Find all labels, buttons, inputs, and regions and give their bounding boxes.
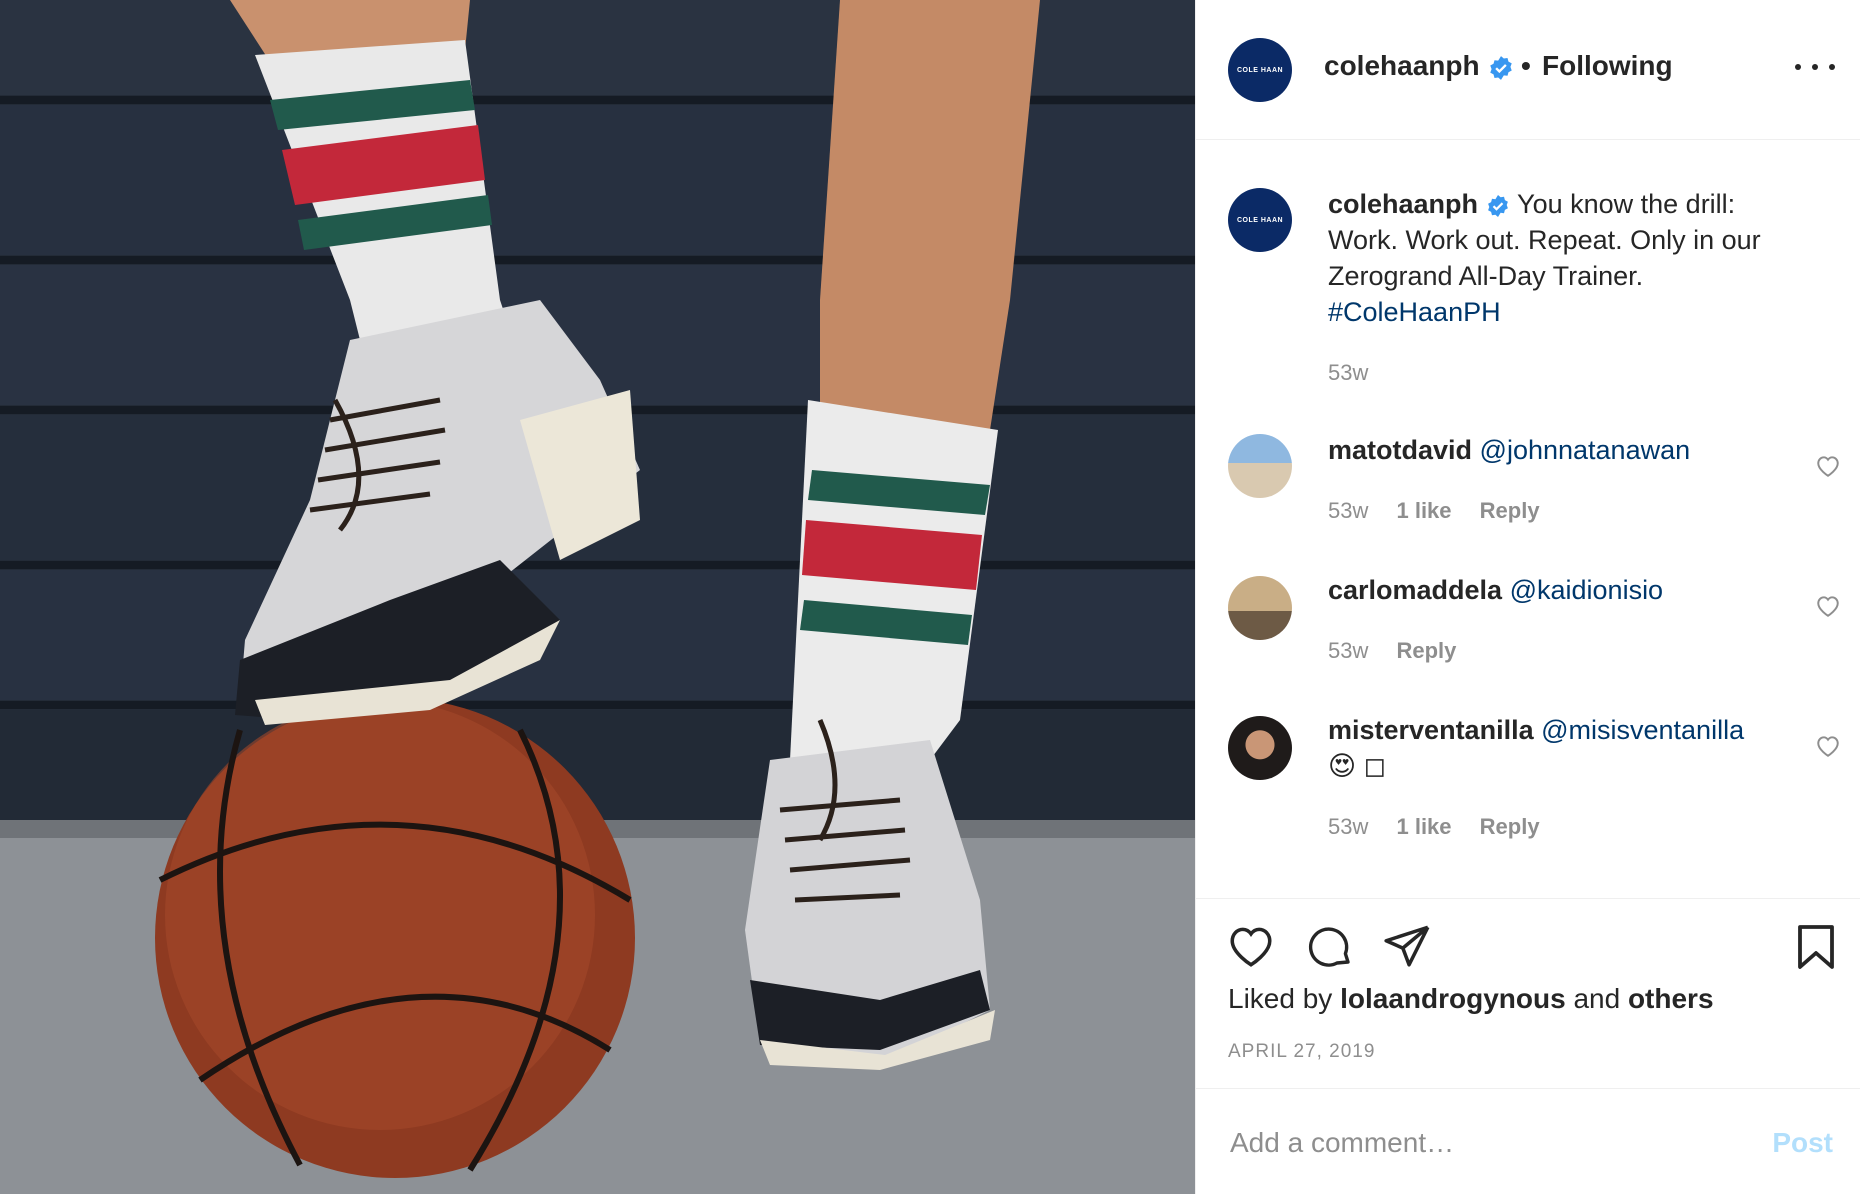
post-side-panel: COLE HAAN colehaanph • Following COLE HA… <box>1195 0 1860 1194</box>
caption-username[interactable]: colehaanph <box>1328 189 1478 219</box>
post-actions: Liked by lolaandrogynous and others APRI… <box>1196 898 1860 1088</box>
caption-hashtag[interactable]: #ColeHaanPH <box>1328 297 1501 327</box>
post-date[interactable]: APRIL 27, 2019 <box>1228 1041 1375 1063</box>
comment-meta: 53w 1 like Reply <box>1328 498 1562 524</box>
author-username-text: colehaanph <box>1324 50 1480 81</box>
add-comment-bar: Post <box>1196 1088 1860 1194</box>
commenter-avatar[interactable] <box>1228 716 1292 780</box>
instagram-post: COLE HAAN colehaanph • Following COLE HA… <box>0 0 1860 1194</box>
post-photo[interactable] <box>0 0 1195 1194</box>
comment-timestamp[interactable]: 53w <box>1328 498 1368 523</box>
liked-by: Liked by lolaandrogynous and others <box>1228 983 1714 1015</box>
comment-likes[interactable]: 1 like <box>1396 814 1451 839</box>
comment-timestamp[interactable]: 53w <box>1328 814 1368 839</box>
comment-reply-button[interactable]: Reply <box>1480 814 1540 839</box>
verified-badge-icon <box>1488 194 1508 217</box>
comment-mention[interactable]: @misisventanilla <box>1541 715 1744 745</box>
comment-meta: 53w 1 like Reply <box>1328 814 1562 840</box>
heart-icon[interactable] <box>1815 454 1841 478</box>
comment-input[interactable] <box>1228 1119 1732 1167</box>
caption-timestamp[interactable]: 53w <box>1328 360 1368 386</box>
bookmark-icon[interactable] <box>1795 923 1837 971</box>
header-separator: • <box>1521 50 1531 81</box>
heart-icon[interactable] <box>1815 594 1841 618</box>
following-button[interactable]: Following <box>1542 50 1673 82</box>
comment-mention[interactable]: @johnnatanawan <box>1480 435 1691 465</box>
verified-badge-icon <box>1489 55 1512 80</box>
post-comment-button[interactable]: Post <box>1772 1127 1833 1159</box>
author-avatar[interactable]: COLE HAAN <box>1228 38 1292 102</box>
comment-reply-button[interactable]: Reply <box>1480 498 1540 523</box>
comment-username[interactable]: misterventanilla <box>1328 715 1534 745</box>
avatar-brand-text: COLE HAAN <box>1236 66 1284 74</box>
caption-avatar[interactable]: COLE HAAN <box>1228 188 1292 252</box>
liked-by-others[interactable]: others <box>1628 983 1714 1014</box>
comment-username[interactable]: matotdavid <box>1328 435 1472 465</box>
liked-by-mid: and <box>1573 983 1621 1014</box>
comment-username[interactable]: carlomaddela <box>1328 575 1502 605</box>
commenter-avatar[interactable] <box>1228 434 1292 498</box>
post-header: COLE HAAN colehaanph • Following <box>1196 0 1860 140</box>
more-options-icon[interactable] <box>1795 52 1835 82</box>
comment-meta: 53w Reply <box>1328 638 1478 664</box>
heart-icon[interactable] <box>1226 923 1276 969</box>
comment-likes[interactable]: 1 like <box>1396 498 1451 523</box>
commenter-avatar[interactable] <box>1228 576 1292 640</box>
comment-timestamp[interactable]: 53w <box>1328 638 1368 663</box>
comment-extra: 😍 ◻ <box>1328 751 1387 781</box>
comment-text: carlomaddela @kaidionisio <box>1328 572 1788 608</box>
heart-icon[interactable] <box>1815 734 1841 758</box>
liked-by-user[interactable]: lolaandrogynous <box>1340 983 1566 1014</box>
comment-bubble-icon[interactable] <box>1306 923 1356 971</box>
comment-reply-button[interactable]: Reply <box>1396 638 1456 663</box>
comment-mention[interactable]: @kaidionisio <box>1510 575 1663 605</box>
comment-text: misterventanilla @misisventanilla 😍 ◻ <box>1328 712 1788 784</box>
liked-by-prefix: Liked by <box>1228 983 1333 1014</box>
comment-text: matotdavid @johnnatanawan <box>1328 432 1788 468</box>
caption-avatar-brand-text: COLE HAAN <box>1236 216 1284 224</box>
author-username[interactable]: colehaanph <box>1324 50 1514 82</box>
paper-plane-icon[interactable] <box>1382 923 1432 969</box>
caption-text: colehaanph You know the drill: Work. Wor… <box>1328 186 1808 330</box>
